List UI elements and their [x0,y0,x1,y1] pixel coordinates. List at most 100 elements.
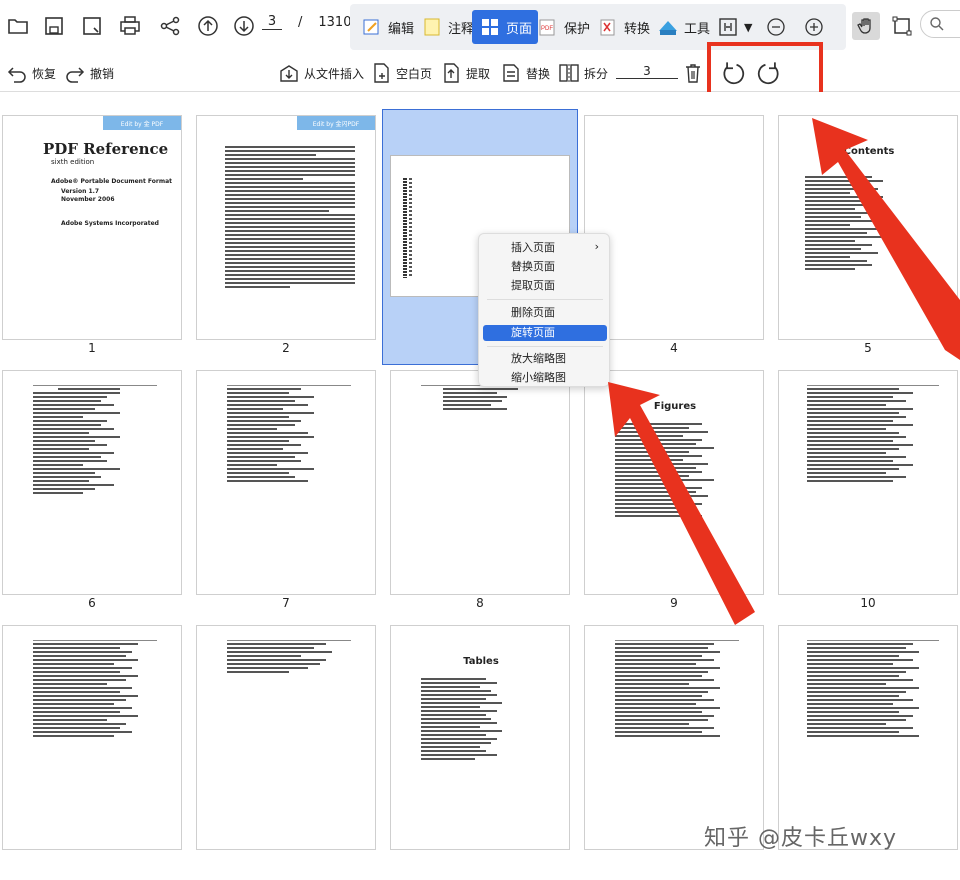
tools-icon [656,15,680,39]
thumbnail-page-13[interactable]: Tables [390,625,570,850]
zoom-out-icon [764,15,788,39]
thumbnail-page-7[interactable] [196,370,376,595]
edit-icon [360,15,384,39]
redo-button[interactable]: 撤销 [64,60,114,86]
chevron-down-icon[interactable]: ▼ [744,21,752,34]
split-button[interactable]: 拆分 [558,60,608,86]
fit-width-icon [716,15,740,39]
select-tool-icon[interactable] [888,12,916,40]
thumbnail-page-9[interactable]: Figures [584,370,764,595]
hand-tool-icon[interactable] [852,12,880,40]
menu-separator [487,299,603,300]
split-icon [559,64,579,82]
menu-separator [487,346,603,347]
chevron-right-icon: › [594,240,599,253]
thumb-format: Adobe® Portable Document Format [51,178,173,185]
zoom-in-button[interactable] [802,10,826,44]
page-current-input[interactable]: 3 [262,14,282,30]
thumbnail-page-4[interactable] [584,115,764,340]
page-number-label: 7 [282,596,290,610]
print-icon[interactable] [116,12,144,40]
thumb-figures-title: Figures [653,401,697,412]
tab-tools[interactable]: 工具 [656,10,710,44]
menu-item-enlarge-thumbnail[interactable]: 放大缩略图 [483,351,607,367]
delete-button[interactable] [682,60,704,86]
tab-annotate[interactable]: 注释 [420,10,474,44]
thumbnail-page-12[interactable] [196,625,376,850]
menu-item-replace-page[interactable]: 替换页面 [483,259,607,275]
page-number-label: 2 [282,341,290,355]
tab-convert[interactable]: 转换 [596,10,650,44]
thumb-title: PDF Reference [43,140,169,158]
tab-annotate-label: 注释 [448,21,475,37]
tab-tools-label: 工具 [684,21,711,37]
thumb-tables-title: Tables [463,656,499,667]
context-menu: 插入页面 › 替换页面 提取页面 删除页面 旋转页面 放大缩略图 缩小缩略图 [478,233,610,387]
search-input[interactable] [920,10,960,38]
thumbnail-page-15[interactable] [778,625,958,850]
page-separator: / [298,14,303,30]
protect-icon: PDF [536,15,560,39]
trash-icon [686,64,700,83]
tab-edit-label: 编辑 [388,21,415,37]
thumb-text-lines [227,638,351,675]
page-number-label: 8 [476,596,484,610]
redo-icon [66,67,85,83]
tab-page-label: 页面 [506,21,533,37]
replace-button[interactable]: 替换 [500,60,550,86]
page-number-label: 10 [860,596,876,610]
thumbnail-page-10[interactable] [778,370,958,595]
annotate-icon [420,15,444,39]
save-icon[interactable] [40,12,68,40]
page-number-label: 4 [670,341,678,355]
replace-label: 替换 [526,66,551,81]
split-label: 拆分 [584,66,609,81]
page-indicator: 3 / 1310 [262,14,351,30]
tab-protect[interactable]: PDF 保护 [536,10,590,44]
extract-button[interactable]: 提取 [440,60,490,86]
save-as-icon[interactable] [78,12,106,40]
thumbnail-page-2[interactable]: Edit by 金闪PDF [196,115,376,340]
thumbnail-page-14[interactable] [584,625,764,850]
blank-page-button[interactable]: 空白页 [370,60,432,86]
page-total: 1310 [318,14,352,30]
menu-item-shrink-thumbnail[interactable]: 缩小缩略图 [483,370,607,386]
replace-icon [503,64,519,82]
next-page-icon[interactable] [230,12,258,40]
share-icon[interactable] [156,12,184,40]
thumbnail-page-8[interactable] [390,370,570,595]
insert-from-file-button[interactable]: 从文件插入 [278,60,364,86]
menu-item-insert-page[interactable]: 插入页面 [483,240,607,256]
menu-item-rotate-page[interactable]: 旋转页面 [483,325,607,341]
thumbnail-page-1[interactable]: Edit by 金 PDF PDF Reference sixth editio… [2,115,182,340]
edit-tag: Edit by 金闪PDF [297,116,375,130]
page-number-label: 1 [88,341,96,355]
thumb-text-lines [421,383,529,412]
thumbnail-page-6[interactable] [2,370,182,595]
thumb-text-lines [33,383,157,496]
fit-width-button[interactable]: ▼ [716,10,752,44]
undo-button[interactable]: 恢复 [6,60,56,86]
thumb-text-lines [33,638,157,739]
menu-item-delete-page[interactable]: 删除页面 [483,305,607,321]
prev-page-icon[interactable] [194,12,222,40]
thumb-text-lines [807,383,939,484]
thumbnail-page-5[interactable]: Contents [778,115,958,340]
open-folder-icon[interactable] [4,12,32,40]
svg-text:PDF: PDF [541,26,553,32]
menu-item-extract-page[interactable]: 提取页面 [483,278,607,294]
tab-page[interactable]: 页面 [472,10,539,44]
tab-edit[interactable]: 编辑 [360,10,414,44]
zoom-out-button[interactable] [764,10,788,44]
thumb-text-lines [421,676,529,762]
extract-icon [444,63,459,83]
page-number-label: 5 [864,341,872,355]
convert-icon [596,15,620,39]
tab-convert-label: 转换 [624,21,651,37]
page-number-input[interactable]: 3 [616,64,678,79]
page-number-label: 9 [670,596,678,610]
thumbnail-page-11[interactable] [2,625,182,850]
extract-label: 提取 [466,66,491,81]
undo-icon [7,67,26,83]
search-icon [930,17,944,31]
